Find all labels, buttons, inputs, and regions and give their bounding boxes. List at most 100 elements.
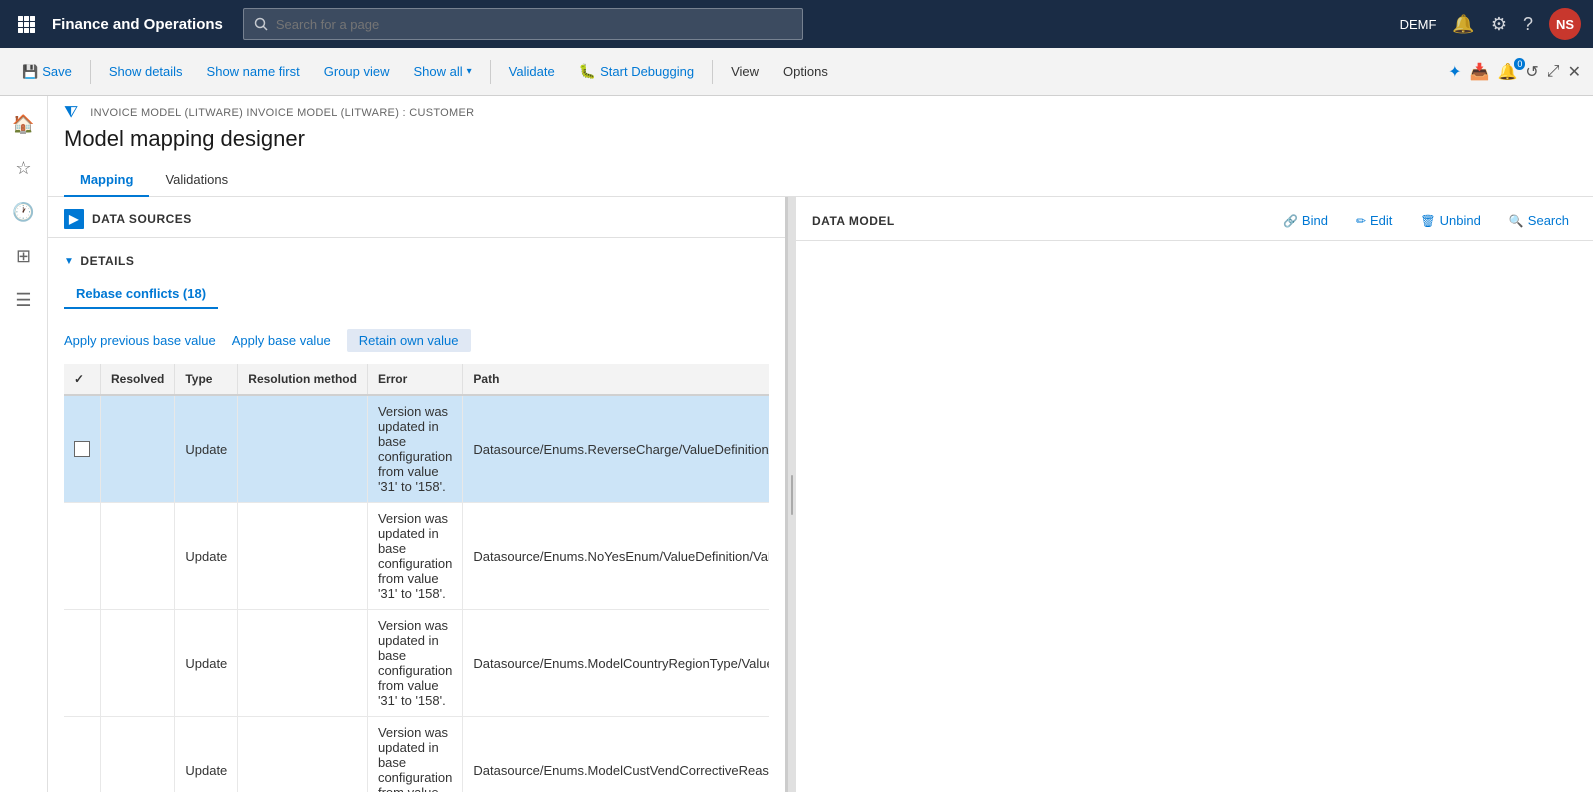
- row-resolved: [101, 503, 175, 610]
- open-window-icon[interactable]: ⤢: [1547, 63, 1560, 81]
- edit-button[interactable]: ✏ Edit: [1348, 209, 1400, 232]
- details-arrow: ▼: [64, 256, 74, 267]
- save-button[interactable]: 💾 Save: [12, 60, 82, 84]
- refresh-icon[interactable]: ↺: [1525, 62, 1538, 82]
- unbind-icon: 🗑: [1420, 214, 1435, 228]
- apply-previous-button[interactable]: Apply previous base value: [64, 329, 216, 352]
- conflicts-tab[interactable]: Rebase conflicts (18): [64, 280, 218, 309]
- toolbar-icon-2[interactable]: 📥: [1470, 62, 1490, 82]
- right-panel-header: DATA MODEL 🔗 Bind ✏ Edit 🗑 Unbind: [796, 197, 1593, 241]
- top-nav-right: DEMF 🔔 ⚙ ? NS: [1400, 8, 1581, 40]
- left-sidebar: 🏠 ☆ 🕐 ⊞ ☰: [0, 96, 48, 792]
- row-checkbox[interactable]: [74, 441, 90, 457]
- debug-icon: 🐛: [579, 63, 596, 80]
- row-resolution-method: [238, 503, 368, 610]
- filter-icon[interactable]: ⧨: [64, 104, 78, 122]
- row-resolved: [101, 610, 175, 717]
- page-tabs: Mapping Validations: [48, 164, 1593, 197]
- table-row[interactable]: UpdateVersion was updated in base config…: [64, 717, 769, 792]
- save-icon: 💾: [22, 64, 38, 80]
- group-view-label: Group view: [324, 64, 390, 79]
- table-row[interactable]: UpdateVersion was updated in base config…: [64, 503, 769, 610]
- unbind-button[interactable]: 🗑 Unbind: [1412, 209, 1488, 232]
- validate-label: Validate: [509, 64, 555, 79]
- show-name-first-button[interactable]: Show name first: [197, 60, 310, 83]
- row-check-cell: [64, 503, 101, 610]
- toolbar-separator-1: [90, 60, 91, 84]
- start-debugging-button[interactable]: 🐛 Start Debugging: [569, 59, 704, 84]
- row-resolution-method: [238, 610, 368, 717]
- conflicts-tabs: Rebase conflicts (18): [64, 280, 769, 309]
- sidebar-item-workspaces[interactable]: ⊞: [4, 236, 44, 276]
- global-search[interactable]: [243, 8, 803, 40]
- data-model-title: DATA MODEL: [812, 214, 1263, 228]
- settings-icon[interactable]: ⚙: [1491, 14, 1507, 35]
- toolbar: 💾 Save Show details Show name first Grou…: [0, 48, 1593, 96]
- panel-divider[interactable]: [788, 197, 796, 792]
- validate-button[interactable]: Validate: [499, 60, 565, 83]
- view-label: View: [731, 64, 759, 79]
- col-header-check: ✓: [64, 364, 101, 395]
- retain-own-button[interactable]: Retain own value: [347, 329, 471, 352]
- show-all-label: Show all: [414, 64, 463, 79]
- main-layout: 🏠 ☆ 🕐 ⊞ ☰ ⧨ INVOICE MODEL (LITWARE) INVO…: [0, 96, 1593, 792]
- row-type: Update: [175, 610, 238, 717]
- sidebar-item-home[interactable]: 🏠: [4, 104, 44, 144]
- row-check-cell: [64, 395, 101, 503]
- toolbar-separator-2: [490, 60, 491, 84]
- details-title: DETAILS: [80, 254, 134, 268]
- row-error: Version was updated in base configuratio…: [367, 717, 462, 792]
- toolbar-icon-1[interactable]: ✦: [1448, 62, 1461, 82]
- bind-button[interactable]: 🔗 Bind: [1275, 209, 1336, 232]
- notification-icon[interactable]: 🔔: [1452, 14, 1474, 35]
- user-avatar[interactable]: NS: [1549, 8, 1581, 40]
- details-section: ▼ DETAILS Rebase conflicts (18) Apply pr…: [48, 238, 785, 792]
- left-panel: ▶ DATA SOURCES ▼ DETAILS Rebase conflict…: [48, 197, 788, 792]
- show-all-button[interactable]: Show all ▾: [404, 60, 482, 83]
- action-buttons: Apply previous base value Apply base val…: [64, 321, 769, 364]
- options-button[interactable]: Options: [773, 60, 838, 83]
- tab-validations[interactable]: Validations: [149, 164, 244, 197]
- data-sources-header: ▶ DATA SOURCES: [48, 197, 785, 238]
- tab-mapping[interactable]: Mapping: [64, 164, 149, 197]
- row-resolved: [101, 395, 175, 503]
- app-title: Finance and Operations: [52, 16, 223, 33]
- show-details-button[interactable]: Show details: [99, 60, 193, 83]
- row-error: Version was updated in base configuratio…: [367, 610, 462, 717]
- row-error: Version was updated in base configuratio…: [367, 503, 462, 610]
- close-icon[interactable]: ✕: [1568, 62, 1581, 82]
- breadcrumb: INVOICE MODEL (LITWARE) INVOICE MODEL (L…: [90, 107, 474, 119]
- col-header-path: Path: [463, 364, 769, 395]
- col-header-resolved: Resolved: [101, 364, 175, 395]
- details-header[interactable]: ▼ DETAILS: [64, 246, 769, 280]
- show-details-label: Show details: [109, 64, 183, 79]
- toolbar-separator-3: [712, 60, 713, 84]
- conflicts-table: ✓ Resolved Type Resolution method Error …: [64, 364, 769, 792]
- options-label: Options: [783, 64, 828, 79]
- grid-menu-icon[interactable]: [12, 10, 40, 38]
- view-button[interactable]: View: [721, 60, 769, 83]
- main-content: ⧨ INVOICE MODEL (LITWARE) INVOICE MODEL …: [48, 96, 1593, 792]
- row-resolved: [101, 717, 175, 792]
- expand-icon[interactable]: ▶: [64, 209, 84, 229]
- table-row[interactable]: Update Version was updated in base config…: [64, 610, 769, 717]
- row-check-cell: [64, 610, 101, 717]
- col-header-type: Type: [175, 364, 238, 395]
- col-header-error: Error: [367, 364, 462, 395]
- help-icon[interactable]: ?: [1523, 14, 1533, 35]
- company-selector[interactable]: DEMF: [1400, 17, 1437, 32]
- group-view-button[interactable]: Group view: [314, 60, 400, 83]
- search-icon: 🔍: [1509, 214, 1524, 228]
- sidebar-item-list[interactable]: ☰: [4, 280, 44, 320]
- search-button[interactable]: 🔍 Search: [1501, 209, 1577, 232]
- search-label: Search: [1528, 213, 1569, 228]
- row-resolution-method: [238, 717, 368, 792]
- search-input[interactable]: [276, 17, 792, 32]
- apply-base-button[interactable]: Apply base value: [232, 329, 331, 352]
- sidebar-item-recent[interactable]: 🕐: [4, 192, 44, 232]
- notification-badge[interactable]: 🔔 0: [1497, 62, 1517, 82]
- sidebar-item-favorites[interactable]: ☆: [4, 148, 44, 188]
- table-row[interactable]: UpdateVersion was updated in base config…: [64, 395, 769, 503]
- col-header-resolution: Resolution method: [238, 364, 368, 395]
- right-panel: DATA MODEL 🔗 Bind ✏ Edit 🗑 Unbind: [796, 197, 1593, 792]
